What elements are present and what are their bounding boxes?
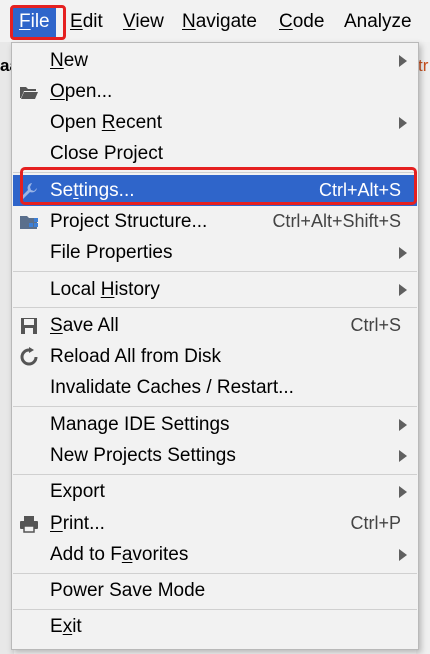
menu-item-local-history[interactable]: Local History <box>13 274 417 305</box>
project-structure-icon <box>19 212 39 232</box>
menu-item-reload-all[interactable]: Reload All from Disk <box>13 341 417 372</box>
menu-item-label: Open... <box>50 81 113 102</box>
menu-item-add-to-favorites[interactable]: Add to Favorites <box>13 539 417 570</box>
menu-item-label: Manage IDE Settings <box>50 414 230 435</box>
menu-code-label: ode <box>292 11 325 32</box>
printer-icon <box>19 514 39 534</box>
menu-code[interactable]: Code <box>273 7 330 37</box>
menu-edit-mnemonic: E <box>70 11 83 32</box>
submenu-arrow-icon <box>399 117 407 129</box>
reload-icon <box>19 347 39 367</box>
save-icon <box>19 316 39 336</box>
menu-separator <box>13 307 417 308</box>
menu-edit-label: dit <box>82 11 103 32</box>
menu-item-new-projects-settings[interactable]: New Projects Settings <box>13 440 417 471</box>
menu-item-label: Project Structure... <box>50 211 208 232</box>
menu-item-invalidate-caches[interactable]: Invalidate Caches / Restart... <box>13 372 417 403</box>
menu-item-label: Print... <box>50 513 105 534</box>
menu-item-shortcut: Ctrl+Alt+Shift+S <box>272 211 401 231</box>
menu-item-new[interactable]: New <box>13 45 417 76</box>
menu-item-label: Local History <box>50 279 160 300</box>
menu-separator <box>13 474 417 475</box>
menu-analyze[interactable]: Analyze <box>338 7 418 37</box>
menu-item-power-save-mode[interactable]: Power Save Mode <box>13 575 417 606</box>
background-link-fragment: tr <box>418 56 429 75</box>
menu-separator <box>13 609 417 610</box>
menu-item-label: Save All <box>50 315 119 336</box>
menu-item-label: Add to Favorites <box>50 544 189 565</box>
menu-view-mnemonic: V <box>123 11 136 32</box>
menu-separator <box>13 406 417 407</box>
menu-view-label: iew <box>135 11 164 32</box>
settings-highlight-box <box>20 167 417 205</box>
menu-item-shortcut: Ctrl+S <box>350 315 401 335</box>
menu-item-label: Invalidate Caches / Restart... <box>50 377 294 398</box>
submenu-arrow-icon <box>399 284 407 296</box>
menu-item-save-all[interactable]: Save All Ctrl+S <box>13 310 417 341</box>
menu-item-label: Open Recent <box>50 112 162 133</box>
file-highlight-box <box>10 5 66 40</box>
menu-item-label: Reload All from Disk <box>50 346 222 367</box>
submenu-arrow-icon <box>399 419 407 431</box>
submenu-arrow-icon <box>399 55 407 67</box>
menu-item-label: Exit <box>50 616 82 637</box>
menu-item-label: New <box>50 50 89 71</box>
menu-item-file-properties[interactable]: File Properties <box>13 237 417 268</box>
menu-navigate[interactable]: Navigate <box>176 7 263 37</box>
menu-item-label: Power Save Mode <box>50 580 206 601</box>
submenu-arrow-icon <box>399 549 407 561</box>
menu-edit[interactable]: Edit <box>64 7 109 37</box>
menu-item-open[interactable]: Open... <box>13 76 417 107</box>
menu-item-label: File Properties <box>50 242 173 263</box>
menu-navigate-mnemonic: N <box>182 11 196 32</box>
menu-item-export[interactable]: Export <box>13 476 417 507</box>
submenu-arrow-icon <box>399 247 407 259</box>
menu-view[interactable]: View <box>117 7 170 37</box>
menu-separator <box>13 573 417 574</box>
menu-item-label: New Projects Settings <box>50 445 236 466</box>
submenu-arrow-icon <box>399 486 407 498</box>
folder-open-icon <box>19 82 39 102</box>
menu-analyze-label: Analyze <box>344 11 412 32</box>
menu-separator <box>13 271 417 272</box>
menu-item-print[interactable]: Print... Ctrl+P <box>13 508 417 539</box>
menu-item-exit[interactable]: Exit <box>13 611 417 642</box>
menu-item-close-project[interactable]: Close Project <box>13 138 417 169</box>
file-menu-dropdown: New Open... Open Recent Close Project Se… <box>11 42 419 650</box>
menu-item-project-structure[interactable]: Project Structure... Ctrl+Alt+Shift+S <box>13 206 417 237</box>
menu-item-label: Close Project <box>50 143 163 164</box>
menu-item-open-recent[interactable]: Open Recent <box>13 107 417 138</box>
menu-navigate-label: avigate <box>195 11 258 32</box>
menu-item-manage-ide-settings[interactable]: Manage IDE Settings <box>13 409 417 440</box>
menu-item-label: Export <box>50 481 105 502</box>
submenu-arrow-icon <box>399 450 407 462</box>
menu-code-mnemonic: C <box>279 11 293 32</box>
menu-item-shortcut: Ctrl+P <box>350 513 401 533</box>
